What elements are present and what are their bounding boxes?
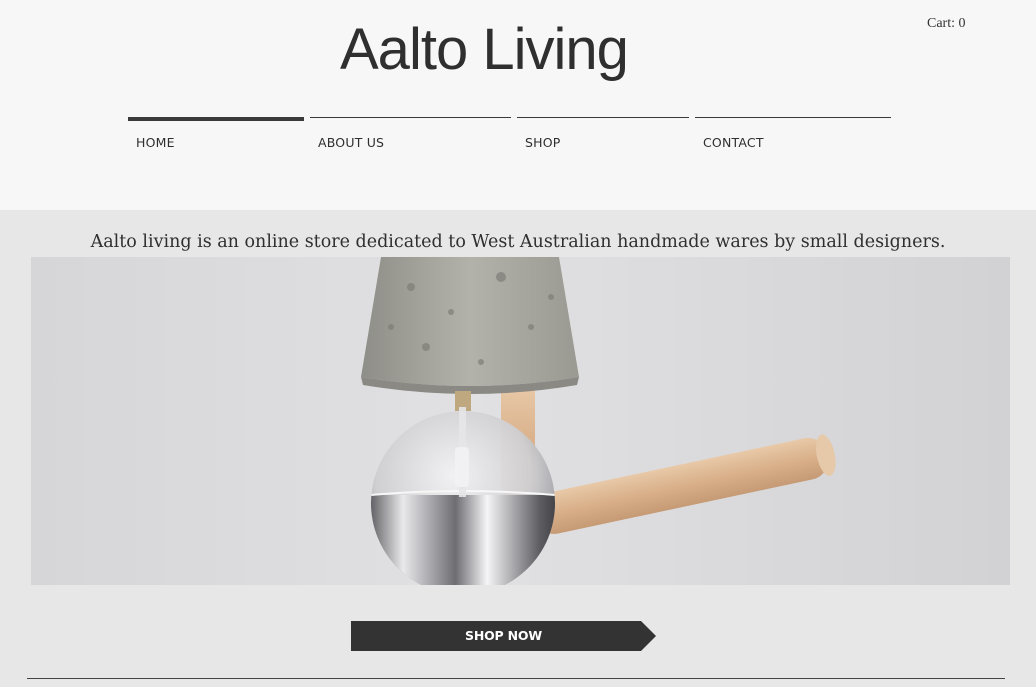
nav-item-home[interactable]: HOME <box>128 117 304 161</box>
footer-divider <box>27 678 1005 679</box>
shop-now-label: SHOP NOW <box>465 628 542 643</box>
nav-item-label: HOME <box>136 135 175 150</box>
site-title[interactable]: Aalto Living <box>340 18 629 82</box>
intro-tagline: Aalto living is an online store dedicate… <box>90 231 946 252</box>
nav-item-contact[interactable]: CONTACT <box>695 117 891 158</box>
nav-item-label: CONTACT <box>703 135 764 150</box>
nav-item-about-us[interactable]: ABOUT US <box>310 117 511 158</box>
nav-item-shop[interactable]: SHOP <box>517 117 689 158</box>
cart-link[interactable]: Cart: 0 <box>927 16 966 32</box>
site-header: Aalto Living Cart: 0 HOME ABOUT US SHOP … <box>0 0 1036 210</box>
shop-now-button[interactable]: SHOP NOW <box>351 621 656 651</box>
nav-item-label: SHOP <box>525 135 561 150</box>
hero-image <box>31 257 1010 585</box>
nav-item-label: ABOUT US <box>318 135 385 150</box>
pendant-lamp-illustration <box>31 257 1010 585</box>
